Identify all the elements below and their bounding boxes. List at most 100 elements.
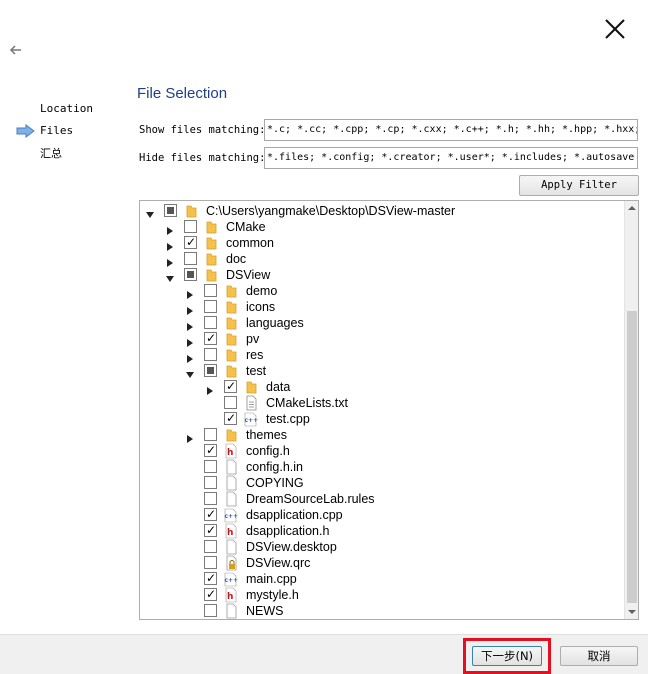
collapsed-arrow-icon[interactable] bbox=[186, 303, 194, 315]
tree-checkbox[interactable] bbox=[224, 410, 237, 426]
tree-item-label: languages bbox=[246, 316, 304, 330]
tree-row[interactable]: icons bbox=[140, 299, 624, 315]
tree-checkbox[interactable] bbox=[204, 428, 217, 441]
tree-checkbox[interactable] bbox=[204, 586, 217, 602]
tree-item-label: doc bbox=[226, 252, 247, 266]
expanded-arrow-icon[interactable] bbox=[186, 367, 194, 378]
scroll-down-icon[interactable] bbox=[625, 605, 639, 619]
step-location: Location bbox=[40, 102, 93, 115]
collapsed-arrow-icon[interactable] bbox=[186, 319, 194, 331]
collapsed-arrow-icon[interactable] bbox=[186, 431, 194, 443]
collapsed-arrow-icon[interactable] bbox=[206, 383, 214, 395]
qrc-file-icon bbox=[224, 555, 238, 571]
tree-row[interactable]: data bbox=[140, 378, 624, 395]
tree-checkbox[interactable] bbox=[204, 284, 217, 297]
back-arrow-icon[interactable] bbox=[8, 42, 24, 58]
tree-checkbox[interactable] bbox=[184, 268, 197, 281]
tree-item-label: dsapplication.cpp bbox=[246, 508, 343, 522]
tree-row[interactable]: h mystyle.h bbox=[140, 586, 624, 603]
tree-checkbox[interactable] bbox=[204, 348, 217, 361]
tree-row[interactable]: config.h.in bbox=[140, 459, 624, 475]
cpp-file-icon: c++ bbox=[244, 411, 258, 427]
tree-checkbox[interactable] bbox=[204, 316, 217, 329]
tree-row[interactable]: CMakeLists.txt bbox=[140, 395, 624, 411]
scroll-up-icon[interactable] bbox=[625, 201, 639, 215]
tree-checkbox[interactable] bbox=[204, 522, 217, 538]
collapsed-arrow-icon[interactable] bbox=[166, 239, 174, 251]
scrollbar-thumb[interactable] bbox=[627, 311, 637, 603]
tree-item-label: common bbox=[226, 236, 274, 250]
tree-row[interactable]: h dsapplication.h bbox=[140, 522, 624, 539]
tree-checkbox[interactable] bbox=[204, 364, 217, 377]
collapsed-arrow-icon[interactable] bbox=[166, 255, 174, 267]
tree-row[interactable]: themes bbox=[140, 427, 624, 443]
step-files: Files bbox=[40, 124, 74, 137]
tree-checkbox[interactable] bbox=[204, 570, 217, 586]
tree-item-label: COPYING bbox=[246, 476, 304, 490]
tree-row[interactable]: c++ dsapplication.cpp bbox=[140, 506, 624, 523]
tree-checkbox[interactable] bbox=[204, 300, 217, 313]
collapsed-arrow-icon[interactable] bbox=[186, 351, 194, 363]
tree-checkbox[interactable] bbox=[224, 396, 237, 409]
tree-row[interactable]: NEWS bbox=[140, 603, 624, 619]
tree-row[interactable]: DSView bbox=[140, 267, 624, 283]
tree-row[interactable]: DSView.desktop bbox=[140, 539, 624, 555]
tree-checkbox[interactable] bbox=[204, 506, 217, 522]
collapsed-arrow-icon[interactable] bbox=[186, 287, 194, 299]
tree-scrollbar[interactable] bbox=[624, 201, 638, 619]
tree-row[interactable]: DreamSourceLab.rules bbox=[140, 491, 624, 507]
tree-checkbox[interactable] bbox=[204, 492, 217, 505]
folder-icon bbox=[204, 267, 218, 283]
tree-row[interactable]: demo bbox=[140, 283, 624, 299]
current-step-arrow-icon bbox=[16, 124, 35, 138]
tree-checkbox[interactable] bbox=[224, 378, 237, 394]
cancel-button[interactable]: 取消 bbox=[560, 646, 638, 666]
tree-row[interactable]: common bbox=[140, 234, 624, 251]
tree-row[interactable]: res bbox=[140, 347, 624, 363]
svg-text:h: h bbox=[227, 592, 233, 602]
folder-icon bbox=[224, 283, 238, 299]
expanded-arrow-icon[interactable] bbox=[146, 207, 154, 218]
tree-row[interactable]: doc bbox=[140, 251, 624, 267]
tree-checkbox[interactable] bbox=[204, 556, 217, 569]
tree-checkbox[interactable] bbox=[204, 476, 217, 489]
tree-item-label: icons bbox=[246, 300, 276, 314]
tree-item-label: DSView.qrc bbox=[246, 556, 311, 570]
tree-checkbox[interactable] bbox=[204, 540, 217, 553]
tree-checkbox[interactable] bbox=[184, 252, 197, 265]
collapsed-arrow-icon[interactable] bbox=[166, 223, 174, 235]
tree-row[interactable]: C:\Users\yangmake\Desktop\DSView-master bbox=[140, 203, 624, 219]
tree-checkbox[interactable] bbox=[184, 220, 197, 233]
tree-checkbox[interactable] bbox=[204, 604, 217, 617]
tree-item-label: config.h.in bbox=[246, 460, 303, 474]
tree-checkbox[interactable] bbox=[204, 460, 217, 473]
tree-row[interactable]: COPYING bbox=[140, 475, 624, 491]
tree-item-label: NEWS bbox=[246, 604, 284, 618]
header-file-icon: h bbox=[224, 443, 238, 459]
tree-row[interactable]: h config.h bbox=[140, 442, 624, 459]
tree-checkbox[interactable] bbox=[184, 234, 197, 250]
tree-item-label: DreamSourceLab.rules bbox=[246, 492, 375, 506]
hide-files-input[interactable]: *.files; *.config; *.creator; *.user*; *… bbox=[264, 147, 638, 169]
tree-checkbox[interactable] bbox=[164, 204, 177, 217]
folder-icon bbox=[224, 331, 238, 347]
apply-filter-button[interactable]: Apply Filter bbox=[519, 175, 639, 196]
tree-item-label: test bbox=[246, 364, 267, 378]
tree-row[interactable]: DSView.qrc bbox=[140, 555, 624, 571]
tree-row[interactable]: c++ test.cpp bbox=[140, 410, 624, 427]
generic-file-icon bbox=[224, 459, 238, 475]
expanded-arrow-icon[interactable] bbox=[166, 271, 174, 282]
tree-checkbox[interactable] bbox=[204, 442, 217, 458]
show-files-input[interactable]: *.c; *.cc; *.cpp; *.cp; *.cxx; *.c++; *.… bbox=[264, 119, 638, 141]
tree-checkbox[interactable] bbox=[204, 330, 217, 346]
close-icon[interactable] bbox=[600, 14, 630, 44]
folder-icon bbox=[244, 379, 258, 395]
tree-row[interactable]: test bbox=[140, 363, 624, 379]
next-button[interactable]: 下一步(N) bbox=[472, 646, 542, 666]
tree-row[interactable]: languages bbox=[140, 315, 624, 331]
collapsed-arrow-icon[interactable] bbox=[186, 335, 194, 347]
folder-icon bbox=[224, 299, 238, 315]
tree-row[interactable]: CMake bbox=[140, 219, 624, 235]
tree-row[interactable]: c++ main.cpp bbox=[140, 570, 624, 587]
tree-row[interactable]: pv bbox=[140, 330, 624, 347]
